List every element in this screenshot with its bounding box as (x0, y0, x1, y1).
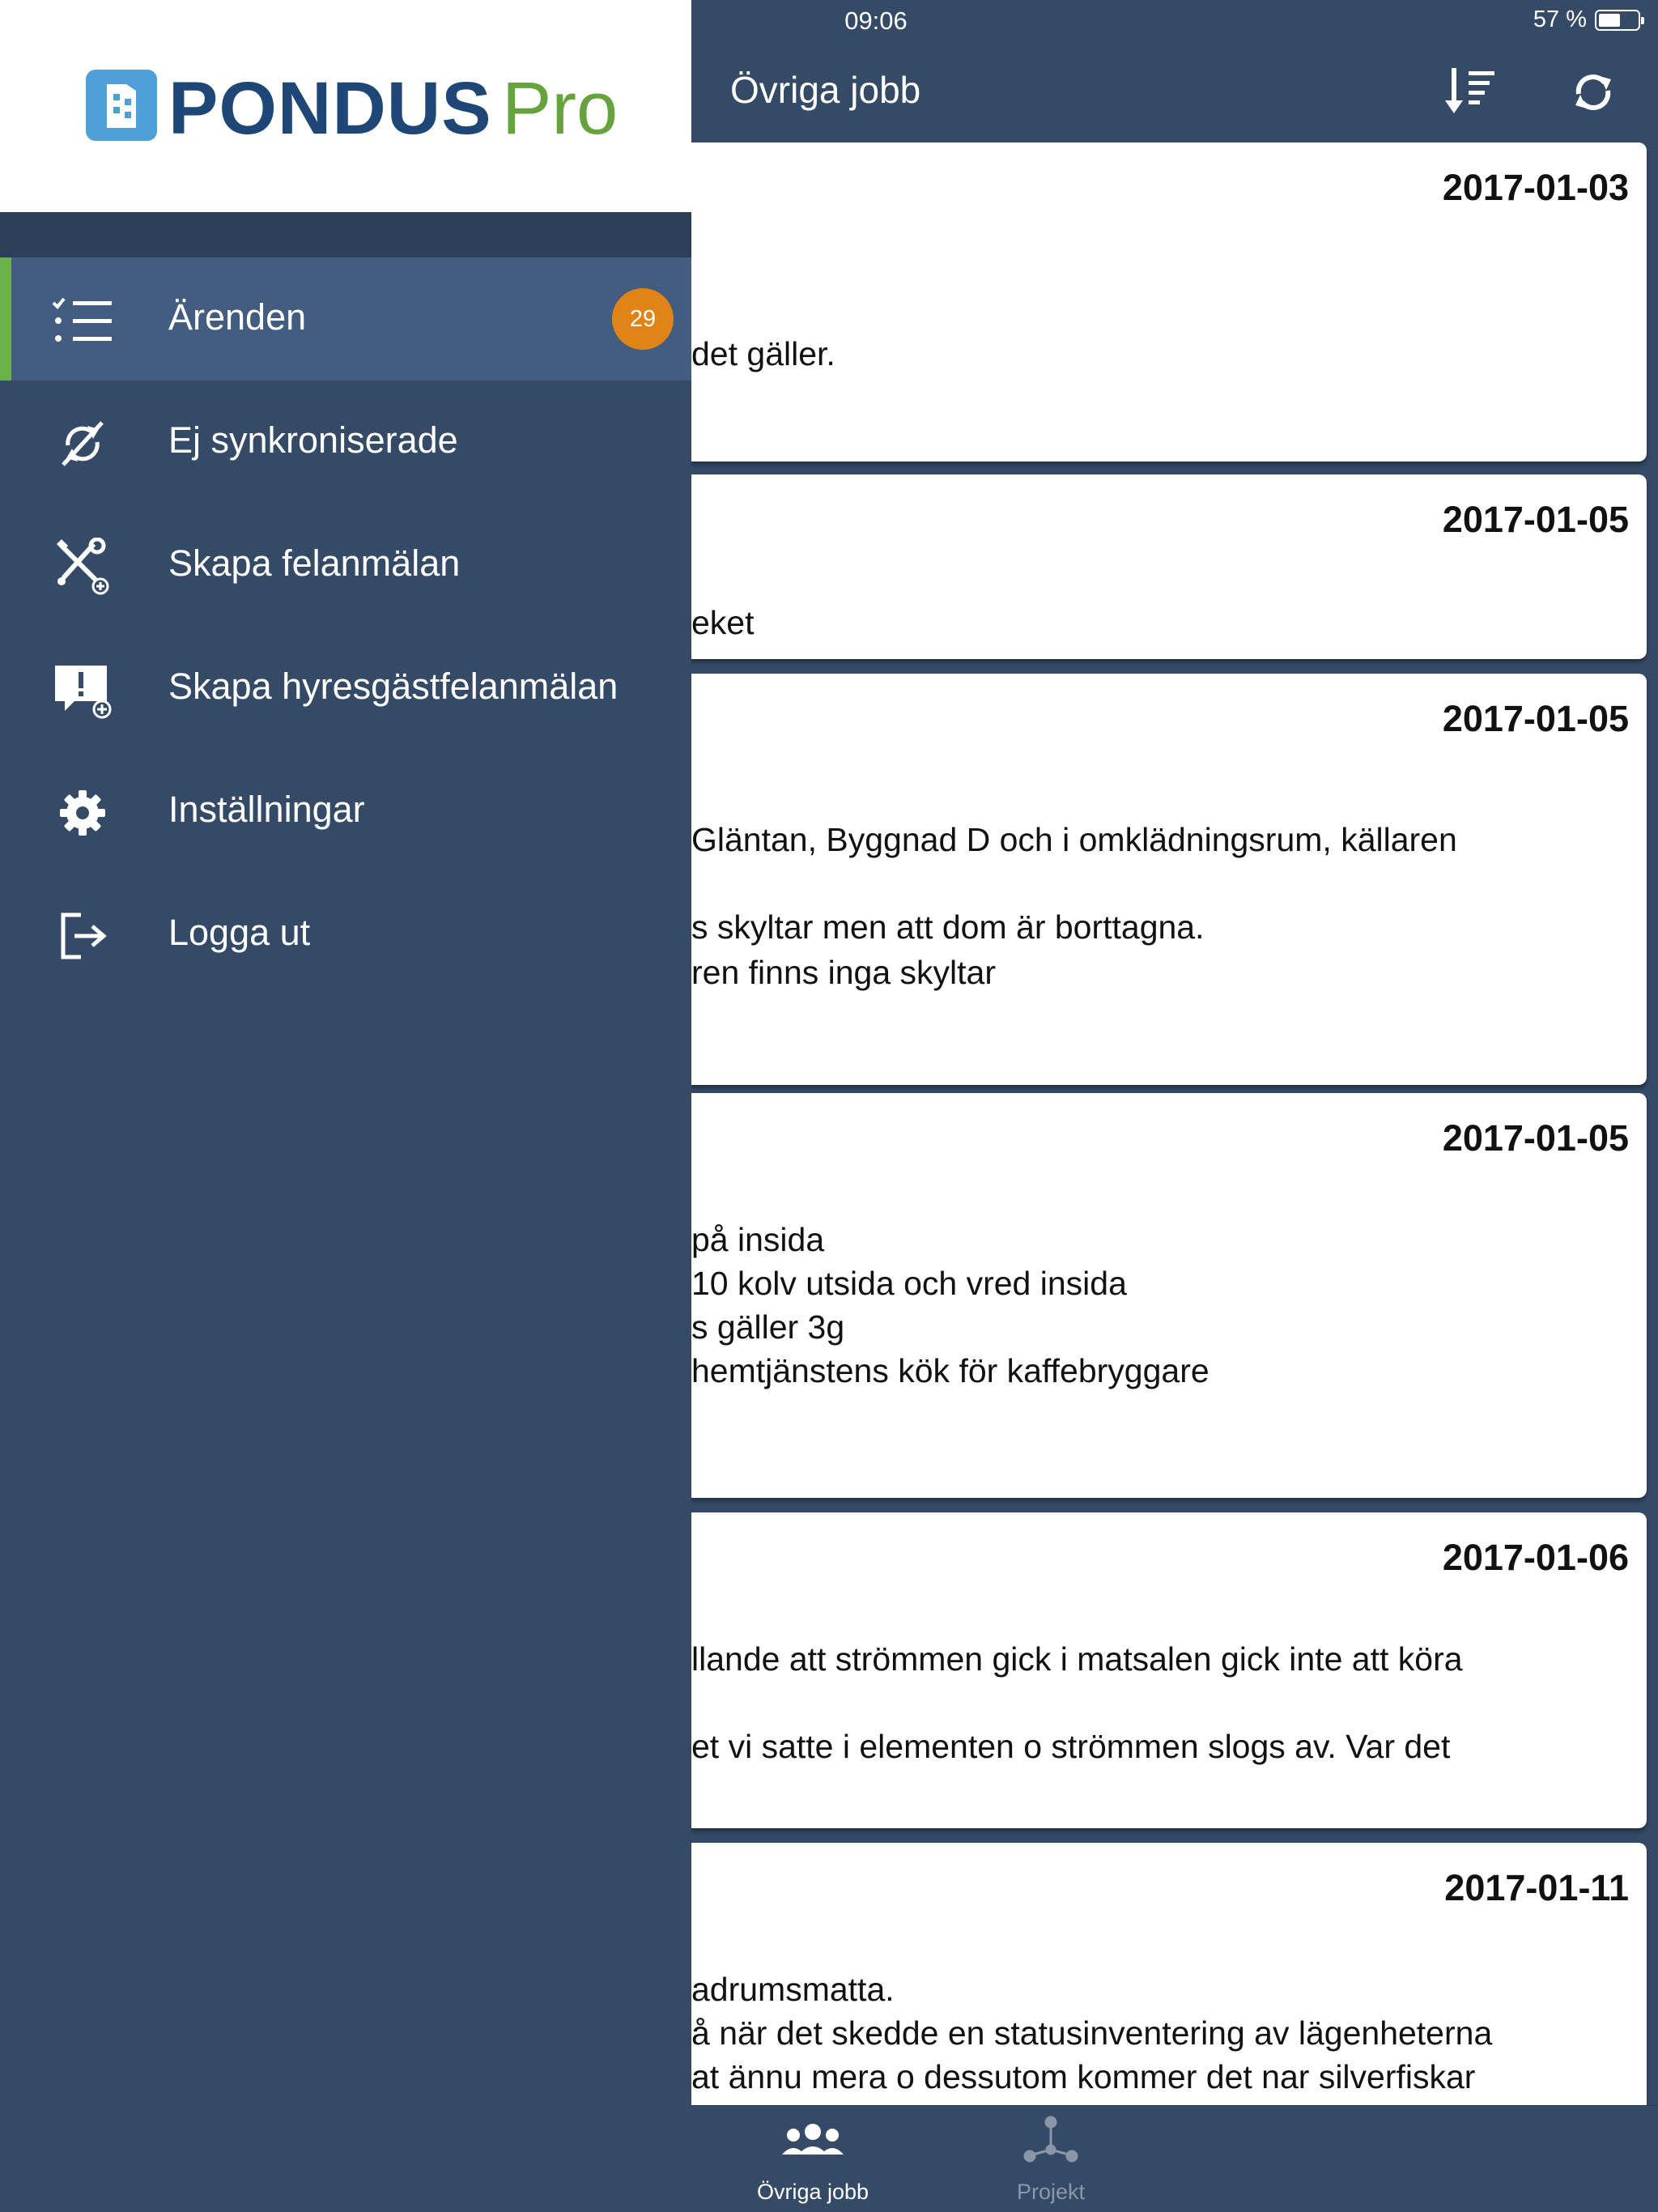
main-panel: 09:06 57 % Övriga jobb 2017-01-03 det gäl… (691, 0, 1658, 2212)
card-text-line: llande att strömmen gick i matsalen gick… (691, 1640, 1463, 1678)
menu-label: Skapa felanmälan (168, 542, 461, 584)
card-date: 2017-01-06 (1442, 1537, 1629, 1578)
side-drawer: PONDUS Pro Ärenden 29 Ej synkroniserade … (0, 0, 691, 2212)
menu-label: Skapa hyresgästfelanmälan (168, 666, 619, 707)
menu-item-skapa-felanmalan[interactable]: Skapa felanmälan (0, 504, 691, 627)
count-badge: 29 (612, 288, 674, 350)
status-time: 09:06 (844, 6, 908, 35)
people-group-icon (782, 2124, 844, 2155)
menu-item-installningar[interactable]: Inställningar (0, 750, 691, 873)
job-card[interactable]: 2017-01-05 Gläntan, Byggnad D och i omklä… (691, 674, 1647, 1085)
card-text-line: eket (691, 604, 755, 641)
card-text-line: på insida (691, 1221, 825, 1258)
card-date: 2017-01-11 (1444, 1867, 1629, 1908)
card-date: 2017-01-03 (1442, 167, 1629, 208)
drawer-divider (0, 212, 691, 257)
building-icon (107, 84, 136, 128)
checklist-icon (49, 287, 117, 355)
card-text-line: s gäller 3g (691, 1308, 845, 1346)
job-card[interactable]: 2017-01-03 det gäller. (691, 143, 1647, 462)
battery-percent: 57 % (1533, 6, 1587, 32)
tools-add-icon (49, 533, 117, 601)
battery-level-fill (1599, 13, 1620, 27)
card-text-line: ren finns inga skyltar (691, 954, 997, 991)
job-card[interactable]: 2017-01-05 eket (691, 474, 1647, 659)
battery-icon (1595, 9, 1644, 31)
menu-label: Logga ut (168, 912, 311, 953)
page-title: Övriga jobb (730, 69, 921, 111)
tab-label: Projekt (1016, 2180, 1086, 2204)
project-network-icon (1023, 2116, 1078, 2163)
alert-message-add-icon (49, 656, 117, 724)
tab-label: Övriga jobb (756, 2180, 869, 2204)
tab-ovriga-jobb[interactable]: Övriga jobb (691, 2106, 934, 2212)
card-date: 2017-01-05 (1442, 698, 1629, 739)
tab-bar: Övriga jobb Projekt (691, 2105, 1658, 2212)
status-battery: 57 % (1533, 6, 1644, 33)
job-card[interactable]: 2017-01-11 adrumsmatta. å när det skedde e… (691, 1843, 1647, 2105)
card-text-line: å när det skedde en statusinventering av… (691, 2014, 1493, 2052)
active-indicator (0, 257, 11, 381)
refresh-icon (1575, 74, 1611, 110)
job-card[interactable]: 2017-01-06 llande att strömmen gick i mat… (691, 1512, 1647, 1828)
sort-button[interactable] (1436, 60, 1501, 125)
pondus-logo-icon (86, 70, 157, 141)
sort-descending-icon (1445, 68, 1494, 113)
menu-item-arenden[interactable]: Ärenden 29 (0, 257, 691, 381)
gear-icon (49, 779, 117, 847)
card-text-line: Gläntan, Byggnad D och i omklädningsrum,… (691, 821, 1457, 858)
card-text-line: s skyltar men att dom är borttagna. (691, 908, 1205, 946)
tab-projekt[interactable]: Projekt (929, 2106, 1172, 2212)
logo-suffix: Pro (502, 67, 619, 150)
card-date: 2017-01-05 (1442, 1117, 1629, 1159)
sync-button[interactable] (1561, 60, 1626, 125)
card-date: 2017-01-05 (1442, 499, 1629, 540)
card-text-line: at ännu mera o dessutom kommer det nar s… (691, 2058, 1476, 2095)
card-text-line: hemtjänstens kök för kaffebryggare (691, 1352, 1209, 1389)
logo-area: PONDUS Pro (0, 0, 691, 212)
card-text-line: 10 kolv utsida och vred insida (691, 1265, 1127, 1302)
logout-icon (49, 902, 117, 970)
card-text-line: adrumsmatta. (691, 1971, 895, 2008)
menu-label: Inställningar (168, 789, 365, 830)
job-list: 2017-01-03 det gäller. 2017-01-05 eket 2017-… (691, 139, 1658, 2105)
menu-item-logga-ut[interactable]: Logga ut (0, 873, 691, 996)
job-card[interactable]: 2017-01-05 på insida 10 kolv utsida och vr… (691, 1093, 1647, 1498)
card-text-line: et vi satte i elementen o strömmen slogs… (691, 1728, 1451, 1765)
menu-item-ej-synkroniserade[interactable]: Ej synkroniserade (0, 381, 691, 504)
menu-item-skapa-hyresgastfelanmalan[interactable]: Skapa hyresgästfelanmälan (0, 627, 691, 750)
logo-brand: PONDUS (168, 67, 492, 150)
menu-label: Ärenden (168, 296, 307, 338)
menu-label: Ej synkroniserade (168, 419, 458, 461)
sync-off-icon (49, 410, 117, 478)
card-text-line: det gäller. (691, 335, 835, 372)
